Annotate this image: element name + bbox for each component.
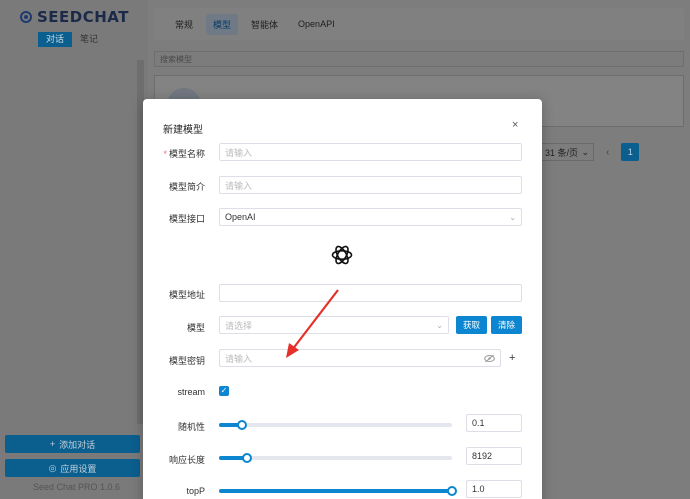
tab-notes[interactable]: 笔记 (72, 32, 106, 47)
logo: SEEDCHAT (20, 8, 129, 26)
chevron-down-icon: ⌄ (436, 320, 443, 330)
prev-page-icon[interactable]: ‹ (602, 147, 613, 158)
add-chat-button[interactable]: + 添加对话 (5, 435, 140, 453)
page-number[interactable]: 1 (621, 143, 640, 161)
plus-icon: + (49, 439, 56, 449)
chevron-down-icon: ⌄ (581, 146, 589, 157)
seedchat-logo-icon (20, 11, 32, 23)
model-name-input[interactable]: 请输入 (219, 143, 522, 161)
eye-off-icon[interactable] (484, 354, 495, 363)
model-url-label: 模型地址 (168, 290, 205, 300)
model-name-label-text: 模型名称 (168, 149, 205, 159)
model-name-label: * 模型名称 (139, 147, 205, 160)
chevron-down-icon: ⌄ (509, 212, 516, 222)
sidebar: SEEDCHAT 对话 笔记 + 添加对话 ◎ 应用设置 Seed Chat P… (0, 0, 148, 499)
settings-icon: ◎ (48, 462, 57, 473)
temperature-slider[interactable] (219, 420, 452, 430)
slider-handle[interactable] (447, 486, 457, 496)
model-desc-input[interactable]: 请输入 (219, 176, 522, 194)
new-model-dialog: 新建模型 × * 模型名称 请输入 模型简介 请输入 模型接口 OpenAI ⌄ … (143, 99, 542, 499)
tab-chat[interactable]: 对话 (38, 32, 73, 47)
tab-models[interactable]: 模型 (206, 13, 239, 35)
add-chat-label: 添加对话 (59, 439, 96, 450)
model-key-label: 模型密钥 (168, 356, 205, 366)
app-settings-button[interactable]: ◎ 应用设置 (5, 459, 140, 477)
slider-handle[interactable] (237, 420, 248, 430)
slider-fill (219, 489, 452, 493)
top-p-input[interactable]: 1.0 (466, 480, 522, 498)
model-api-select[interactable]: OpenAI ⌄ (219, 208, 522, 226)
max-tokens-input[interactable]: 8192 (466, 447, 522, 465)
slider-handle[interactable] (241, 453, 252, 463)
pagination: 31 条/页 ⌄ ‹ 1 (540, 143, 640, 161)
page-size-select[interactable]: 31 条/页 ⌄ (540, 143, 594, 161)
model-search-input[interactable]: 搜索模型 (154, 51, 684, 67)
settings-tabs: 常规 模型 智能体 OpenAPI (154, 8, 684, 40)
temperature-input[interactable]: 0.1 (466, 414, 522, 432)
model-select-label: 模型 (186, 323, 205, 333)
model-key-placeholder: 请输入 (225, 353, 253, 364)
required-mark: * (163, 149, 167, 159)
model-desc-label: 模型简介 (168, 182, 205, 192)
add-key-button[interactable]: + (509, 352, 515, 364)
stream-label: stream (177, 387, 205, 397)
stream-checkbox[interactable]: ✓ (219, 386, 229, 396)
top-p-label: topP (186, 486, 205, 496)
fetch-models-button[interactable]: 获取 (456, 316, 487, 334)
tab-general[interactable]: 常规 (168, 14, 200, 35)
dialog-title: 新建模型 (163, 125, 203, 136)
model-url-input[interactable] (219, 284, 522, 302)
model-api-label: 模型接口 (168, 214, 205, 224)
close-icon[interactable]: × (512, 119, 518, 131)
tab-agents[interactable]: 智能体 (244, 14, 285, 35)
max-tokens-slider[interactable] (219, 453, 452, 463)
brand-name: SEEDCHAT (37, 8, 129, 26)
tab-openapi[interactable]: OpenAPI (291, 15, 342, 33)
check-icon: ✓ (220, 386, 228, 395)
model-select-placeholder: 请选择 (225, 320, 253, 331)
version-text: Seed Chat PRO 1.0.6 (33, 482, 121, 492)
clear-models-button[interactable]: 清除 (491, 316, 522, 334)
model-key-input[interactable]: 请输入 (219, 349, 501, 367)
temperature-label: 随机性 (177, 422, 205, 432)
max-tokens-label: 响应长度 (168, 455, 205, 465)
app-settings-label: 应用设置 (60, 463, 97, 474)
model-select[interactable]: 请选择 ⌄ (219, 316, 449, 334)
page-size-value: 31 条/页 (545, 147, 579, 158)
model-api-value: OpenAI (225, 212, 256, 222)
openai-logo-icon (331, 245, 353, 265)
top-p-slider[interactable] (219, 486, 457, 496)
sidebar-tabs: 对话 笔记 (38, 32, 106, 47)
